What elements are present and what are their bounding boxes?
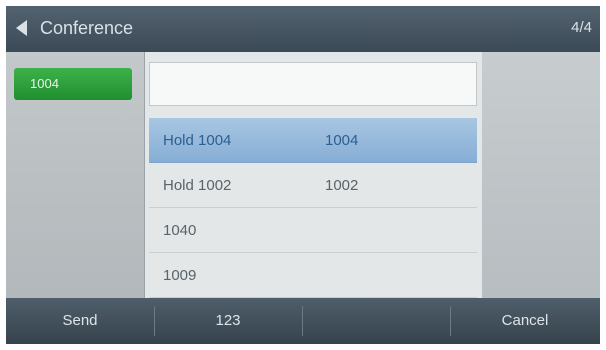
contact-number: 1002 xyxy=(325,177,359,194)
list-item[interactable]: 1009 xyxy=(149,253,477,298)
left-panel: 1004 xyxy=(6,52,144,298)
send-button[interactable]: Send xyxy=(6,298,154,344)
contact-name: Hold 1002 xyxy=(163,177,232,194)
cancel-button[interactable]: Cancel xyxy=(450,298,600,344)
right-panel xyxy=(482,52,600,298)
softkey-bar: Send 123 Cancel xyxy=(6,298,600,344)
empty-softkey[interactable] xyxy=(302,298,450,344)
contact-name: 1009 xyxy=(163,267,197,284)
line-key[interactable]: 1004 xyxy=(14,68,132,100)
title-bar: Conference 4/4 xyxy=(6,6,600,52)
contact-name: 1040 xyxy=(163,222,197,239)
contact-list: Hold 1004 1004 Hold 1002 1002 1040 1009 xyxy=(149,118,477,298)
screen-title: Conference xyxy=(40,18,134,38)
list-item[interactable]: Hold 1004 1004 xyxy=(149,118,477,163)
search-input[interactable] xyxy=(149,62,477,106)
list-item[interactable]: Hold 1002 1002 xyxy=(149,163,477,208)
input-mode-button[interactable]: 123 xyxy=(154,298,302,344)
page-indicator: 4/4 xyxy=(571,19,592,36)
contact-panel: Hold 1004 1004 Hold 1002 1002 1040 1009 xyxy=(144,52,485,298)
phone-screen: Conference 4/4 1004 Hold 1004 1004 Hold … xyxy=(6,6,600,344)
back-arrow-icon[interactable] xyxy=(16,20,27,36)
list-item[interactable]: 1040 xyxy=(149,208,477,253)
contact-name: Hold 1004 xyxy=(163,132,232,149)
contact-number: 1004 xyxy=(325,132,359,149)
